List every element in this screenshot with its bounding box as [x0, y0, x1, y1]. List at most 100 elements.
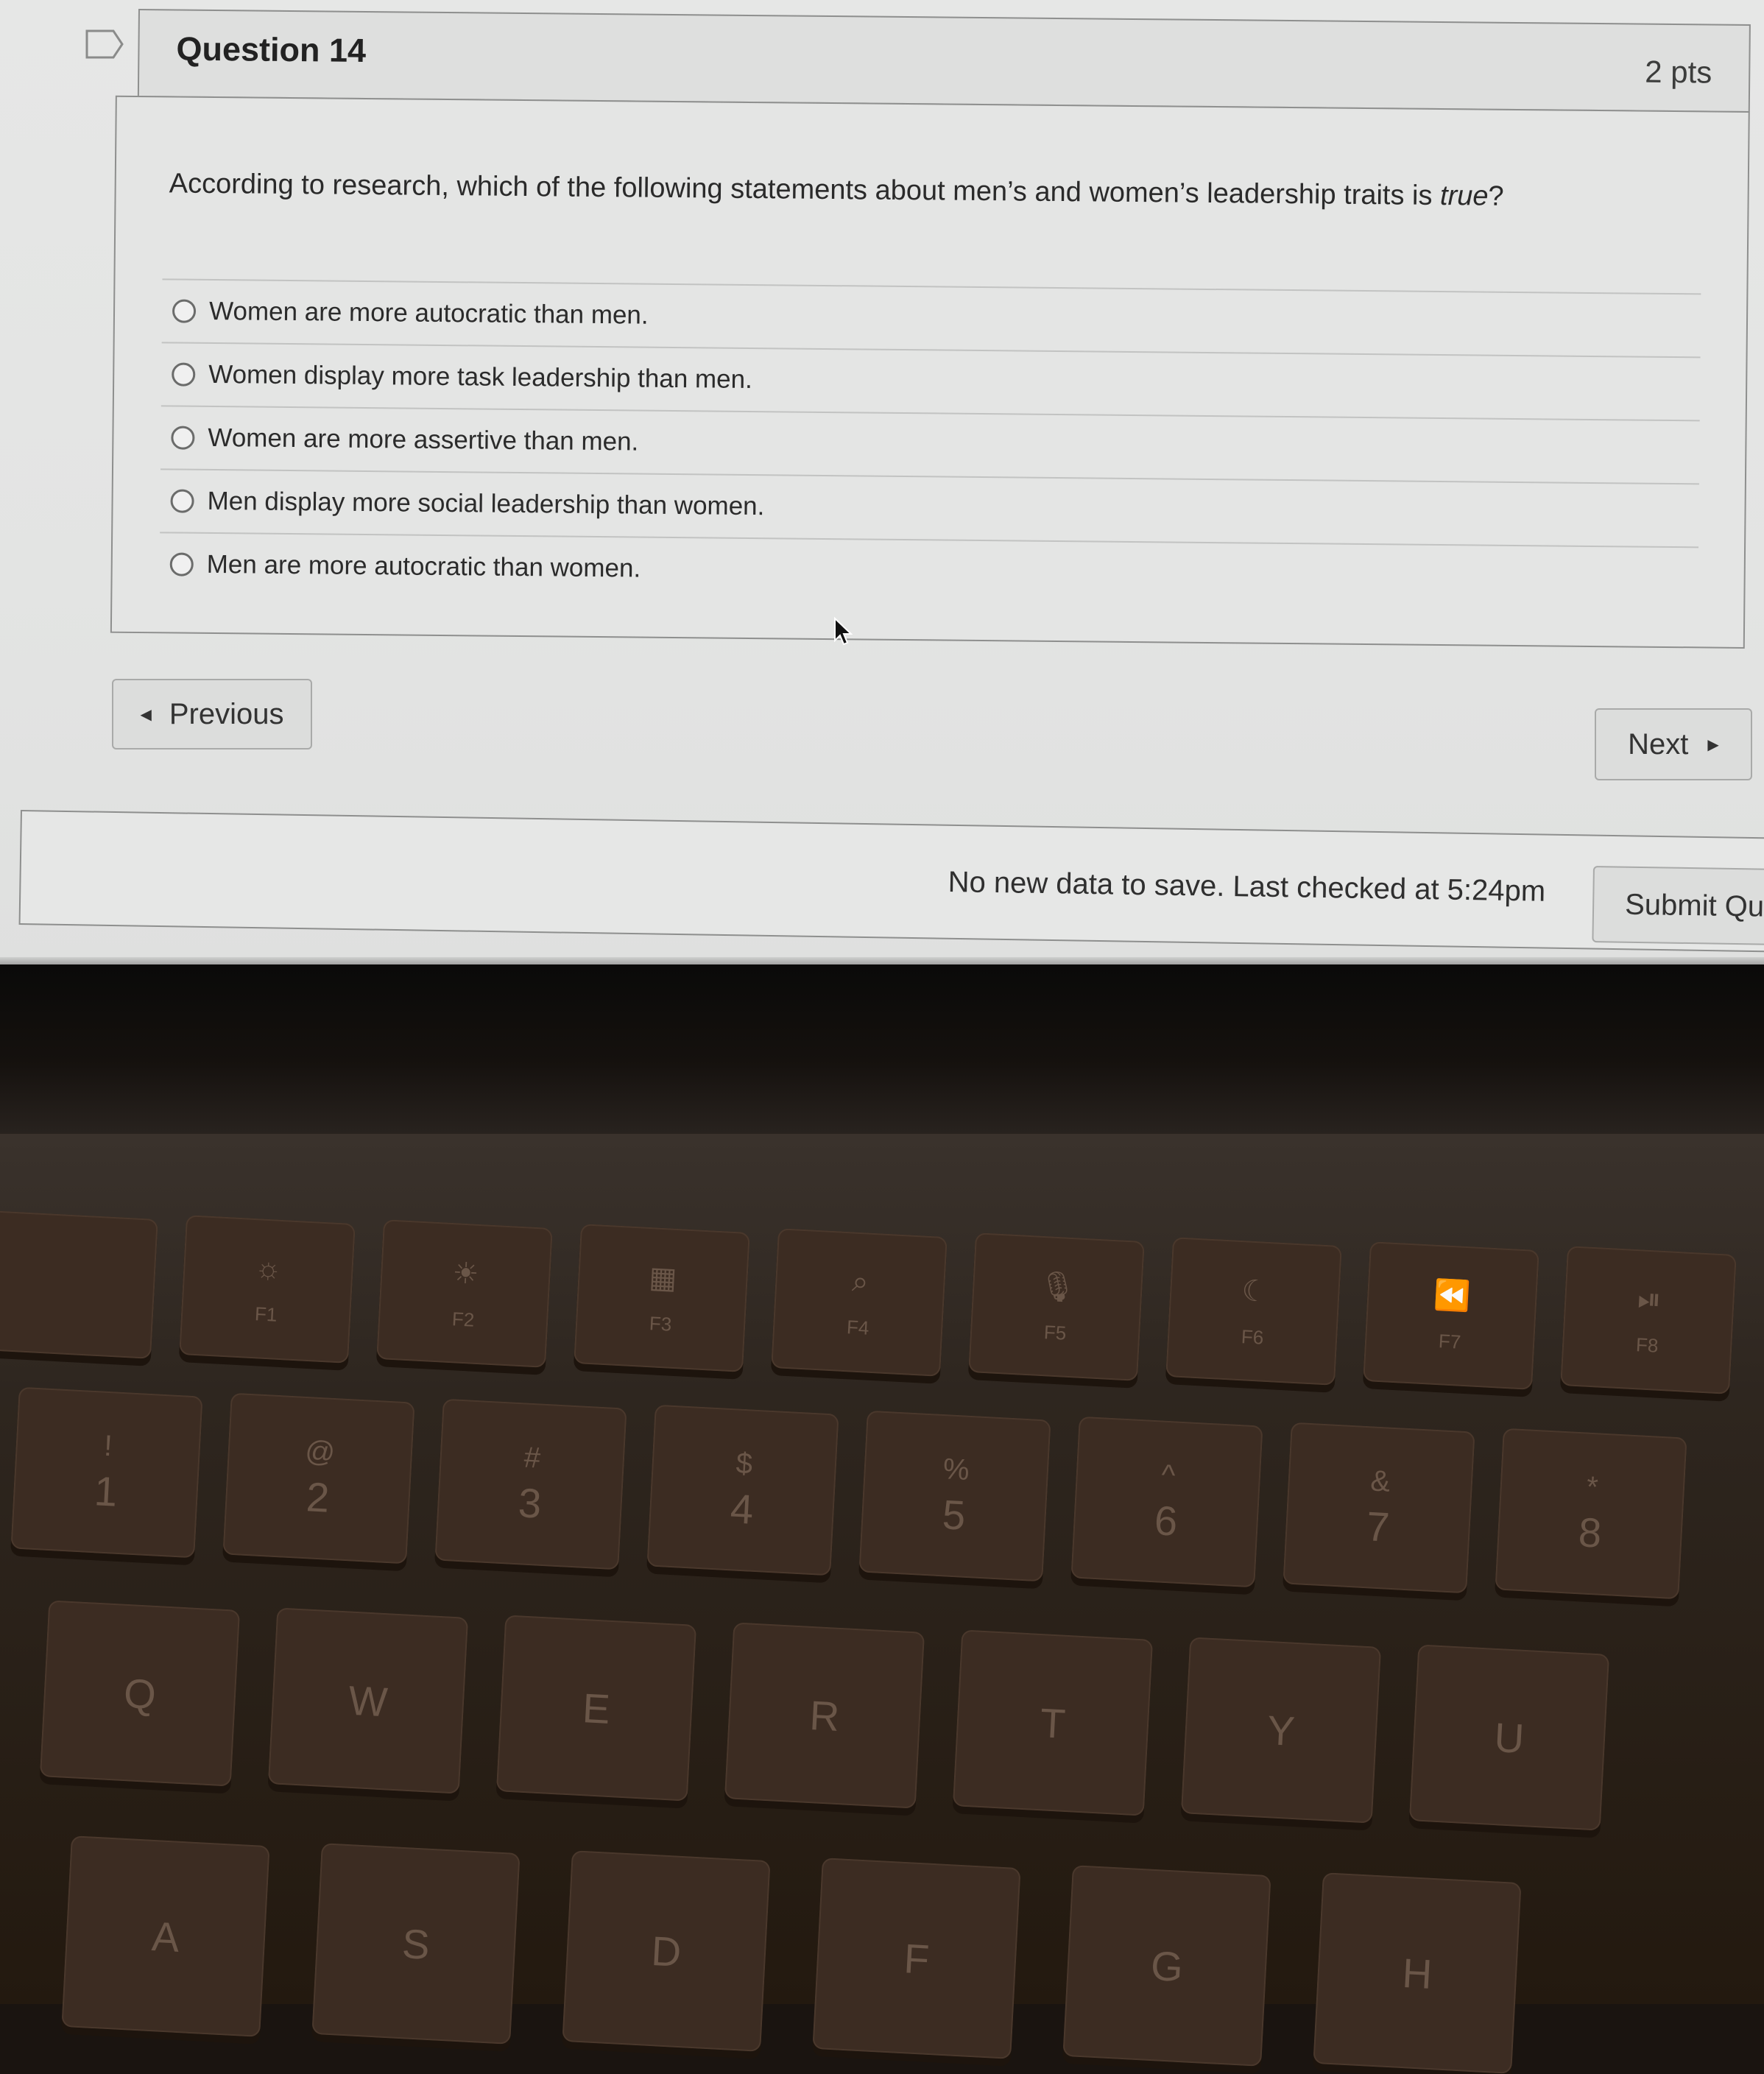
- question-card: Question 14 2 pts According to research,…: [110, 9, 1751, 665]
- radio-button[interactable]: [171, 426, 195, 450]
- key-label: S: [401, 1919, 431, 1968]
- key-icon: ⏯: [1637, 1283, 1662, 1316]
- key-label: 7: [1365, 1503, 1391, 1551]
- prompt-emphasis: true: [1439, 180, 1489, 212]
- key-icon: ▦: [648, 1260, 678, 1295]
- key-label: F7: [1438, 1330, 1462, 1353]
- question-title: Question 14: [176, 29, 367, 69]
- keyboard: ☼ F1 ☀ F2 ▦ F3 ⌕ F4 🎙 F5 ☾ F6 ⏪ F7 ⏯ F8! 1 @2 #3 $4% 5 ^ 6 & 7 * 8…: [0, 1134, 1764, 2074]
- key-label: F4: [846, 1316, 870, 1339]
- key-label: 5: [941, 1491, 967, 1539]
- question-prompt: According to research, which of the foll…: [169, 168, 1504, 212]
- key-shift-label: #: [523, 1441, 542, 1475]
- key-label: H: [1401, 1949, 1433, 1997]
- key-e[interactable]: E: [495, 1615, 697, 1802]
- key-label: G: [1149, 1941, 1185, 1990]
- key-label: F: [903, 1934, 931, 1983]
- previous-button[interactable]: ◀ Previous: [112, 679, 312, 749]
- key-label: Q: [122, 1669, 158, 1718]
- prompt-end: ?: [1488, 180, 1504, 212]
- key-r[interactable]: R: [724, 1622, 925, 1809]
- key-6[interactable]: ^ 6: [1070, 1416, 1263, 1588]
- key-label: T: [1039, 1699, 1067, 1747]
- key-1[interactable]: ! 1: [10, 1386, 203, 1559]
- answer-list: Women are more autocratic than men. Wome…: [159, 278, 1701, 610]
- key-label: F2: [451, 1307, 476, 1331]
- key-label: U: [1493, 1713, 1525, 1762]
- key-label: F5: [1043, 1321, 1068, 1344]
- key-f5[interactable]: 🎙 F5: [968, 1232, 1145, 1381]
- key-icon: 🎙: [1037, 1269, 1077, 1305]
- key-label: 4: [729, 1485, 755, 1533]
- key-label: D: [650, 1927, 682, 1975]
- key-shift-label: %: [942, 1453, 970, 1486]
- key-icon: ☼: [253, 1252, 283, 1285]
- key-label: Y: [1266, 1706, 1296, 1754]
- key-3[interactable]: #3: [434, 1398, 627, 1570]
- key-esc[interactable]: [0, 1210, 158, 1359]
- key-label: W: [347, 1676, 389, 1725]
- browser-screen: Question 14 2 pts According to research,…: [0, 0, 1764, 972]
- key-f8[interactable]: ⏯ F8: [1560, 1246, 1737, 1394]
- key-f6[interactable]: ☾ F6: [1165, 1237, 1342, 1386]
- key-d[interactable]: D: [562, 1850, 771, 2052]
- submit-quiz-button[interactable]: Submit Qu: [1592, 866, 1764, 946]
- key-icon: ⏪: [1433, 1278, 1472, 1313]
- key-shift-label: @: [304, 1435, 336, 1470]
- question-points: 2 pts: [1644, 54, 1712, 90]
- key-f7[interactable]: ⏪ F7: [1363, 1241, 1539, 1390]
- radio-button[interactable]: [170, 489, 194, 513]
- key-g[interactable]: G: [1062, 1865, 1271, 2067]
- laptop-bezel: [0, 964, 1764, 1141]
- key-s[interactable]: S: [311, 1843, 521, 2045]
- key-shift-label: !: [103, 1429, 113, 1463]
- answer-label: Women are more autocratic than men.: [208, 296, 649, 330]
- key-t[interactable]: T: [952, 1629, 1154, 1816]
- key-label: F6: [1241, 1325, 1265, 1349]
- key-a[interactable]: A: [61, 1835, 270, 2037]
- key-y[interactable]: Y: [1180, 1637, 1382, 1824]
- key-7[interactable]: & 7: [1283, 1422, 1475, 1594]
- key-shift-label: *: [1585, 1470, 1599, 1504]
- key-f2[interactable]: ☀ F2: [376, 1219, 553, 1368]
- key-label: R: [808, 1691, 841, 1740]
- key-icon: ☀: [451, 1256, 480, 1291]
- answer-label: Men display more social leadership than …: [207, 486, 765, 521]
- key-label: 2: [305, 1473, 331, 1521]
- caret-right-icon: ▶: [1707, 736, 1719, 753]
- radio-button[interactable]: [169, 552, 194, 576]
- flag-question-icon[interactable]: [85, 29, 124, 59]
- key-label: F3: [649, 1311, 673, 1336]
- radio-button[interactable]: [172, 362, 196, 387]
- key-w[interactable]: W: [267, 1607, 469, 1794]
- key-label: 8: [1577, 1509, 1603, 1556]
- answer-label: Women are more assertive than men.: [208, 423, 639, 456]
- key-shift-label: ^: [1160, 1458, 1176, 1492]
- key-label: 1: [93, 1467, 119, 1515]
- previous-label: Previous: [169, 697, 284, 730]
- key-2[interactable]: @2: [222, 1392, 415, 1565]
- key-u[interactable]: U: [1408, 1644, 1610, 1831]
- answer-label: Women display more task leadership than …: [208, 359, 753, 395]
- answer-label: Men are more autocratic than women.: [206, 549, 641, 583]
- key-8[interactable]: * 8: [1495, 1428, 1687, 1600]
- key-f1[interactable]: ☼ F1: [179, 1215, 356, 1364]
- key-f4[interactable]: ⌕ F4: [771, 1228, 948, 1377]
- key-shift-label: &: [1369, 1464, 1391, 1498]
- key-label: 3: [517, 1479, 543, 1527]
- caret-left-icon: ◀: [140, 706, 152, 723]
- key-label: F1: [254, 1302, 278, 1326]
- key-label: A: [150, 1912, 181, 1961]
- key-f[interactable]: F: [812, 1858, 1021, 2059]
- radio-button[interactable]: [172, 299, 197, 323]
- key-label: E: [581, 1684, 612, 1732]
- key-4[interactable]: $4: [646, 1404, 839, 1576]
- key-f3[interactable]: ▦ F3: [574, 1224, 750, 1372]
- mouse-cursor-icon: [834, 617, 853, 646]
- next-label: Next: [1628, 727, 1689, 761]
- prompt-main: According to research, which of the foll…: [169, 168, 1441, 211]
- key-q[interactable]: Q: [39, 1600, 241, 1787]
- next-button[interactable]: Next ▶: [1595, 708, 1752, 780]
- key-5[interactable]: % 5: [858, 1410, 1051, 1582]
- key-h[interactable]: H: [1313, 1872, 1522, 2074]
